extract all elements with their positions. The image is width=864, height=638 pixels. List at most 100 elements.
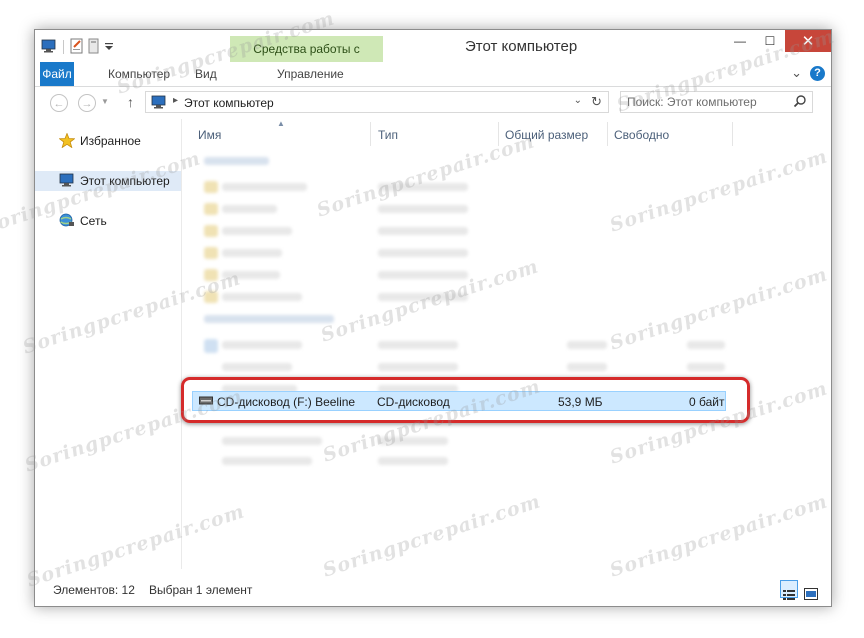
blurred-folder-icon [204, 203, 218, 215]
close-button[interactable]: ✕ [785, 30, 831, 52]
blurred-row-name [222, 341, 302, 349]
blurred-row-size [567, 363, 607, 371]
column-divider[interactable] [370, 122, 371, 146]
address-dropdown-icon[interactable]: ⌄ [574, 95, 582, 106]
blurred-row-size [567, 341, 607, 349]
blurred-folder-icon [204, 247, 218, 259]
details-view-icon [783, 589, 795, 604]
new-folder-icon[interactable] [88, 38, 100, 57]
blurred-folder-icon [204, 269, 218, 281]
computer-icon [151, 95, 167, 112]
blurred-group-header [204, 315, 334, 323]
title-bar: Средства работы с дисками Этот компьютер… [35, 30, 831, 82]
back-button[interactable]: ← [50, 94, 68, 112]
up-button[interactable]: ↑ [127, 94, 134, 110]
blurred-row-name [222, 227, 292, 235]
blurred-row-type [378, 457, 448, 465]
large-icons-view-icon [804, 588, 818, 603]
cell-name: CD-дисковод (F:) Beeline [217, 395, 356, 409]
cell-type: CD-дисковод [377, 395, 450, 409]
tab-manage[interactable]: Управление [267, 62, 354, 86]
blurred-row-free [687, 363, 725, 371]
column-divider[interactable] [607, 122, 608, 146]
maximize-button[interactable]: ☐ [755, 30, 785, 52]
sidebar-item-this-pc[interactable]: Этот компьютер [35, 171, 181, 191]
selection-count: Выбран 1 элемент [149, 583, 253, 597]
blurred-folder-icon [204, 291, 218, 303]
star-icon [58, 132, 76, 151]
breadcrumb-this-pc[interactable]: Этот компьютер [184, 96, 274, 110]
refresh-icon[interactable]: ↻ [591, 94, 602, 110]
blurred-row-type [378, 437, 448, 445]
blurred-row-type [378, 227, 468, 235]
search-box[interactable] [620, 91, 813, 113]
blurred-row-name [222, 271, 280, 279]
explorer-window: Средства работы с дисками Этот компьютер… [34, 29, 832, 607]
blurred-row-name [222, 205, 277, 213]
disk-tools-contextual-tab: Средства работы с дисками [230, 36, 383, 82]
blurred-row-name [222, 183, 307, 191]
address-row: ← → ▼ ↑ ▸ Этот компьютер ⌄ ↻ [35, 87, 831, 119]
blurred-row-name [222, 363, 292, 371]
sort-ascending-icon: ▲ [277, 119, 285, 128]
blurred-drive-icon [204, 339, 218, 353]
computer-icon [59, 173, 75, 190]
column-header-type[interactable]: Тип [378, 125, 398, 145]
cell-total-size: 53,9 МБ [558, 395, 603, 409]
blurred-row-name [222, 249, 282, 257]
sidebar-item-favorites[interactable]: Избранное [35, 131, 181, 151]
blurred-row-name [222, 457, 312, 465]
search-icon[interactable] [793, 94, 807, 111]
blurred-row-type [378, 205, 468, 213]
blurred-group-header [204, 157, 269, 165]
ribbon-expand-icon[interactable]: ⌄ [791, 65, 802, 81]
ribbon-tabs: Файл Компьютер Вид Управление ⌄ ? [35, 62, 831, 87]
minimize-button[interactable]: — [725, 30, 755, 52]
window-controls: — ☐ ✕ [725, 30, 831, 52]
file-list: Имя ▲ Тип Общий размер Свободно [182, 119, 831, 569]
blurred-row-type [378, 271, 468, 279]
customize-toolbar-icon[interactable] [104, 40, 114, 55]
properties-icon[interactable] [70, 38, 84, 57]
search-input[interactable] [621, 92, 792, 112]
sidebar-item-network[interactable]: Сеть [35, 211, 181, 231]
tab-view[interactable]: Вид [185, 62, 227, 86]
help-icon[interactable]: ? [810, 65, 825, 81]
status-bar: Элементов: 12 Выбран 1 элемент [35, 575, 831, 605]
address-bar[interactable]: ▸ Этот компьютер ⌄ ↻ [145, 91, 609, 113]
items-count: Элементов: 12 [53, 583, 135, 597]
blurred-row-type [378, 363, 458, 371]
blurred-row-name [222, 293, 302, 301]
cd-drive-icon [199, 394, 213, 409]
blurred-folder-icon [204, 225, 218, 237]
blurred-row-type [378, 293, 468, 301]
cell-free: 0 байт [689, 395, 725, 409]
blurred-folder-icon [204, 181, 218, 193]
column-header-free[interactable]: Свободно [614, 125, 669, 145]
computer-icon[interactable] [41, 39, 57, 56]
network-icon [59, 213, 75, 231]
blurred-row-type [378, 341, 458, 349]
ribbon-right-controls: ⌄ ? [791, 65, 825, 81]
quick-access-toolbar [41, 38, 114, 56]
recent-locations-icon[interactable]: ▼ [101, 97, 109, 106]
forward-button[interactable]: → [78, 94, 96, 112]
column-divider[interactable] [498, 122, 499, 146]
tab-file[interactable]: Файл [40, 62, 74, 86]
blurred-row-type [378, 183, 468, 191]
column-header-total-size[interactable]: Общий размер [505, 125, 588, 145]
table-row-cd-drive[interactable]: CD-дисковод (F:) Beeline CD-дисковод 53,… [192, 391, 726, 411]
details-view-button[interactable] [780, 580, 798, 600]
blurred-row-type [378, 249, 468, 257]
blurred-row-name [222, 437, 322, 445]
breadcrumb-separator[interactable]: ▸ [173, 95, 178, 106]
sidebar-item-label: Этот компьютер [80, 174, 170, 188]
large-icons-view-button[interactable] [802, 580, 820, 600]
navigation-pane: Избранное Этот компьютер Сеть [35, 119, 182, 569]
sidebar-item-label: Сеть [80, 214, 107, 228]
sidebar-item-label: Избранное [80, 134, 141, 148]
tab-computer[interactable]: Компьютер [98, 62, 180, 86]
column-header-name[interactable]: Имя [198, 125, 221, 145]
column-divider[interactable] [732, 122, 733, 146]
toolbar-separator [63, 40, 64, 54]
